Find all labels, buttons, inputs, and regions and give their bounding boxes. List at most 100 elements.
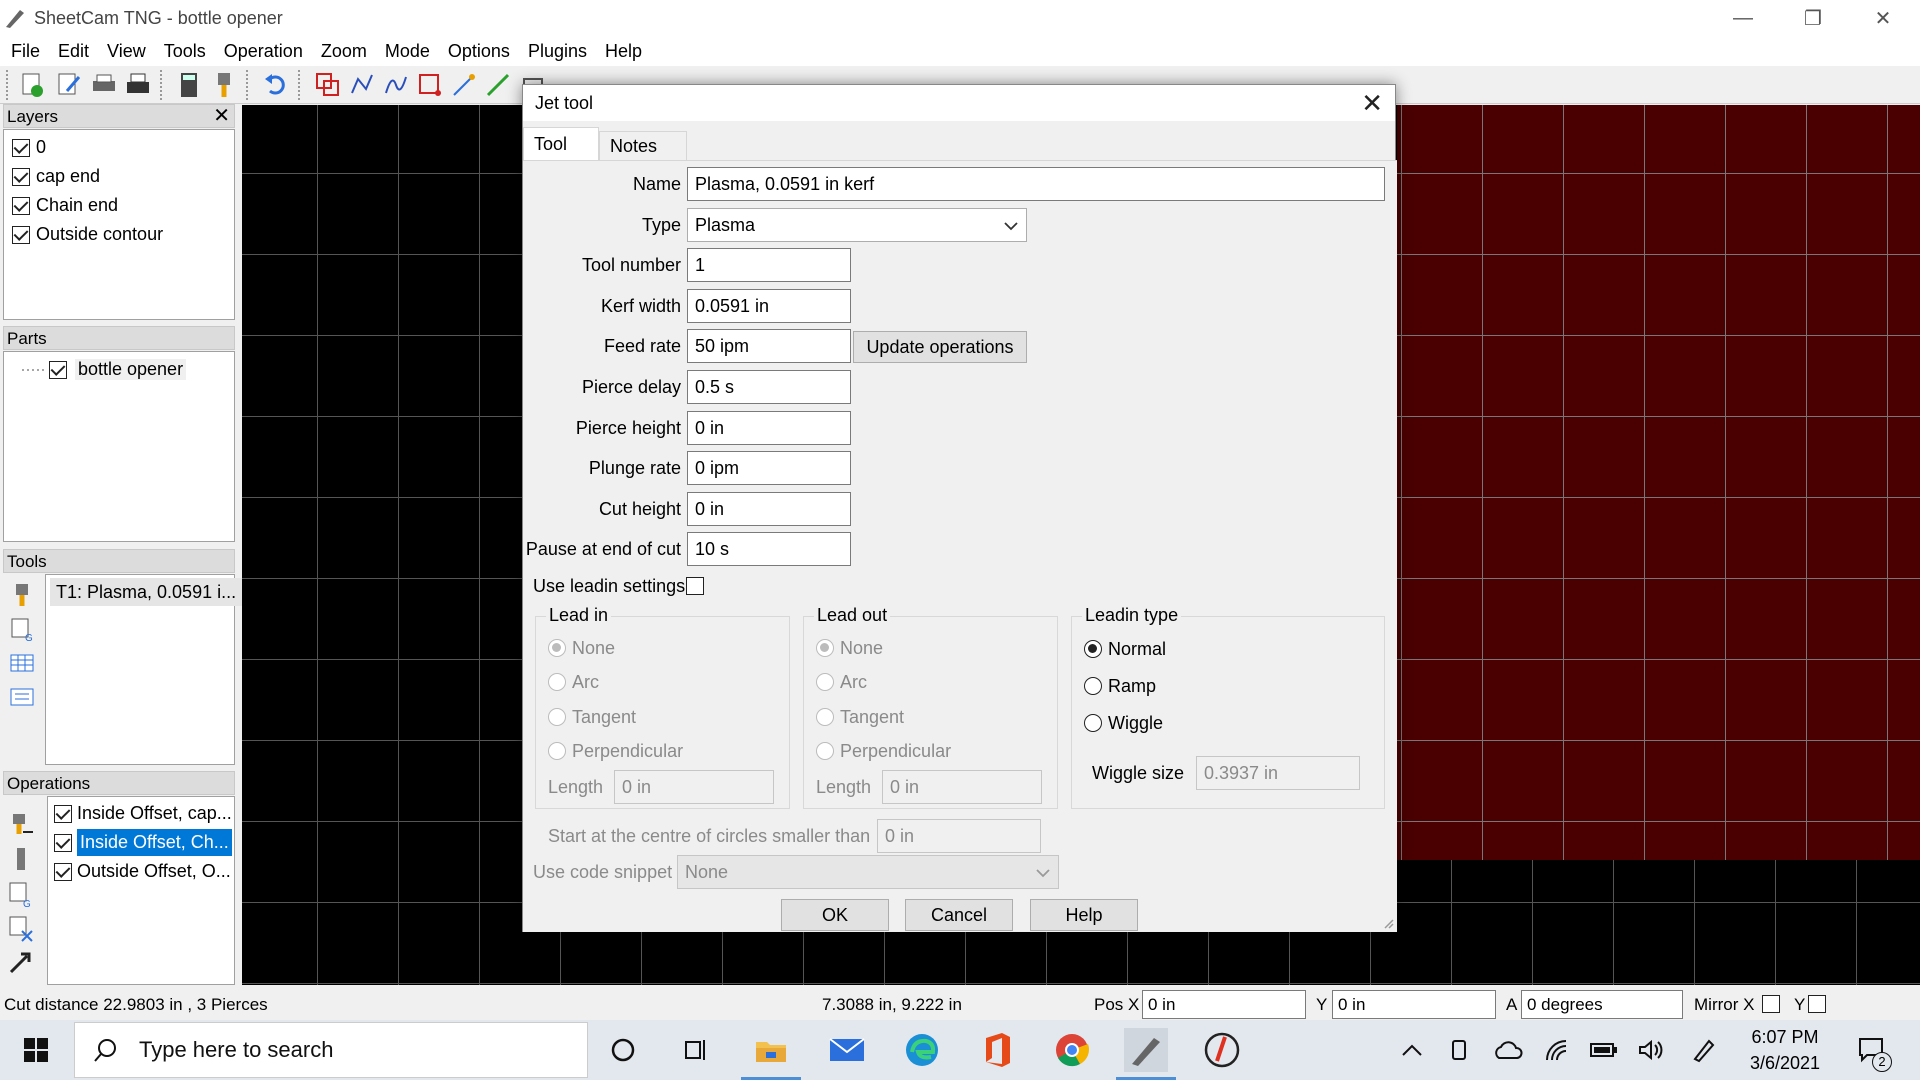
help-button[interactable]: Help bbox=[1030, 899, 1138, 931]
rotate-icon[interactable] bbox=[484, 71, 512, 99]
pierce-delay-input[interactable]: 0.5 s bbox=[687, 370, 851, 404]
menu-plugins[interactable]: Plugins bbox=[519, 41, 596, 62]
cancel-button[interactable]: Cancel bbox=[905, 899, 1013, 931]
radio-button[interactable] bbox=[816, 742, 834, 760]
edge-browser-icon[interactable] bbox=[900, 1028, 944, 1072]
tool-list-icon[interactable] bbox=[9, 684, 35, 710]
chrome-icon[interactable] bbox=[1050, 1028, 1094, 1072]
pos-y-input[interactable]: 0 in bbox=[1332, 990, 1496, 1019]
pierce-height-input[interactable]: 0 in bbox=[687, 411, 851, 445]
minimize-button[interactable]: — bbox=[1708, 0, 1778, 36]
dialog-close-button[interactable]: ✕ bbox=[1361, 85, 1383, 121]
part-item[interactable]: ····· bottle opener bbox=[4, 355, 234, 384]
tool-gcode-icon[interactable]: G bbox=[9, 616, 35, 642]
show-hidden-icons-chevron-icon[interactable] bbox=[1390, 1028, 1434, 1072]
mirror-x-checkbox[interactable] bbox=[1762, 995, 1780, 1013]
angle-input[interactable]: 0 degrees bbox=[1521, 990, 1683, 1019]
layers-panel-close-icon[interactable]: ✕ bbox=[213, 105, 230, 127]
layer-checkbox[interactable] bbox=[12, 138, 30, 157]
taskbar-search-box[interactable]: Type here to search bbox=[74, 1022, 588, 1078]
lead-out-arc-option[interactable]: Arc bbox=[816, 667, 867, 697]
lead-in-length-input[interactable]: 0 in bbox=[614, 770, 774, 804]
onedrive-cloud-icon[interactable] bbox=[1486, 1028, 1530, 1072]
radio-button[interactable] bbox=[548, 673, 566, 691]
menu-mode[interactable]: Mode bbox=[376, 41, 439, 62]
layer-item[interactable]: Chain end bbox=[4, 191, 234, 220]
pen-workspace-icon[interactable] bbox=[1682, 1028, 1726, 1072]
lead-in-tangent-option[interactable]: Tangent bbox=[548, 702, 636, 732]
cut-height-input[interactable]: 0 in bbox=[687, 492, 851, 526]
task-view-icon[interactable] bbox=[674, 1028, 718, 1072]
wiggle-size-input[interactable]: 0.3937 in bbox=[1196, 756, 1360, 790]
cortana-icon[interactable] bbox=[601, 1028, 645, 1072]
menu-options[interactable]: Options bbox=[439, 41, 519, 62]
restore-button[interactable]: ❐ bbox=[1778, 0, 1848, 36]
start-centre-input[interactable]: 0 in bbox=[877, 819, 1041, 853]
office-icon[interactable] bbox=[976, 1028, 1020, 1072]
wifi-icon[interactable] bbox=[1535, 1028, 1579, 1072]
layer-item[interactable]: cap end bbox=[4, 162, 234, 191]
update-operations-button[interactable]: Update operations bbox=[853, 331, 1027, 363]
radio-button[interactable] bbox=[1084, 640, 1102, 658]
layer-checkbox[interactable] bbox=[12, 196, 30, 215]
resize-grip-icon[interactable] bbox=[1382, 917, 1394, 929]
operation-checkbox[interactable] bbox=[54, 833, 72, 852]
menu-help[interactable]: Help bbox=[596, 41, 651, 62]
code-snippet-select[interactable]: None bbox=[677, 855, 1059, 889]
operation-delete-icon[interactable] bbox=[7, 914, 35, 942]
operation-item[interactable]: Inside Offset, cap... bbox=[48, 799, 234, 828]
operation-item[interactable]: Outside Offset, O... bbox=[48, 857, 234, 886]
menu-file[interactable]: File bbox=[2, 41, 49, 62]
menu-edit[interactable]: Edit bbox=[49, 41, 98, 62]
move-icon[interactable] bbox=[450, 71, 478, 99]
radio-button[interactable] bbox=[816, 708, 834, 726]
operation-checkbox[interactable] bbox=[54, 804, 72, 823]
feed-rate-input[interactable]: 50 ipm bbox=[687, 329, 851, 363]
pos-x-input[interactable]: 0 in bbox=[1142, 990, 1306, 1019]
lead-in-none-option[interactable]: None bbox=[548, 633, 615, 663]
use-leadin-checkbox[interactable] bbox=[686, 577, 704, 595]
taskbar-clock[interactable]: 6:07 PM 3/6/2021 bbox=[1730, 1024, 1840, 1076]
radio-button[interactable] bbox=[548, 708, 566, 726]
menu-zoom[interactable]: Zoom bbox=[312, 41, 376, 62]
fusion-app-icon[interactable] bbox=[1200, 1028, 1244, 1072]
volume-icon[interactable] bbox=[1629, 1028, 1673, 1072]
leadin-type-wiggle-option[interactable]: Wiggle bbox=[1084, 708, 1163, 738]
undo-icon[interactable] bbox=[262, 71, 290, 99]
print-preview-icon[interactable] bbox=[90, 71, 118, 99]
layer-item[interactable]: 0 bbox=[4, 133, 234, 162]
menu-operation[interactable]: Operation bbox=[215, 41, 312, 62]
battery-icon[interactable] bbox=[1582, 1028, 1626, 1072]
type-select[interactable]: Plasma bbox=[687, 208, 1027, 242]
lead-out-tangent-option[interactable]: Tangent bbox=[816, 702, 904, 732]
tab-tool[interactable]: Tool bbox=[523, 127, 599, 161]
radio-button[interactable] bbox=[816, 673, 834, 691]
tool-number-input[interactable]: 1 bbox=[687, 248, 851, 282]
open-job-icon[interactable] bbox=[55, 71, 83, 99]
leadin-type-normal-option[interactable]: Normal bbox=[1084, 634, 1166, 664]
draw-polyline-icon[interactable] bbox=[348, 71, 376, 99]
lead-out-length-input[interactable]: 0 in bbox=[882, 770, 1042, 804]
meet-now-icon[interactable] bbox=[1437, 1028, 1481, 1072]
layer-checkbox[interactable] bbox=[12, 167, 30, 186]
radio-button[interactable] bbox=[548, 639, 566, 657]
operation-checkbox[interactable] bbox=[54, 862, 72, 881]
select-contour-icon[interactable] bbox=[314, 71, 342, 99]
tab-notes[interactable]: Notes bbox=[599, 131, 687, 161]
calculator-icon[interactable] bbox=[175, 71, 203, 99]
radio-button[interactable] bbox=[1084, 714, 1102, 732]
sheetcam-taskbar-icon[interactable] bbox=[1124, 1028, 1168, 1072]
draw-spline-icon[interactable] bbox=[382, 71, 410, 99]
radio-button[interactable] bbox=[548, 742, 566, 760]
notification-center-icon[interactable]: 2 bbox=[1850, 1028, 1894, 1072]
operation-gcode-icon[interactable]: G bbox=[7, 880, 35, 908]
print-icon[interactable] bbox=[124, 71, 152, 99]
tool-library-icon[interactable] bbox=[210, 71, 238, 99]
menu-tools[interactable]: Tools bbox=[155, 41, 215, 62]
operation-item-selected[interactable]: Inside Offset, Ch... bbox=[48, 828, 234, 857]
layer-item[interactable]: Outside contour bbox=[4, 220, 234, 249]
radio-button[interactable] bbox=[816, 639, 834, 657]
tool-item[interactable]: T1: Plasma, 0.0591 i... bbox=[46, 577, 243, 606]
kerf-width-input[interactable]: 0.0591 in bbox=[687, 289, 851, 323]
close-window-button[interactable]: ✕ bbox=[1848, 0, 1918, 36]
